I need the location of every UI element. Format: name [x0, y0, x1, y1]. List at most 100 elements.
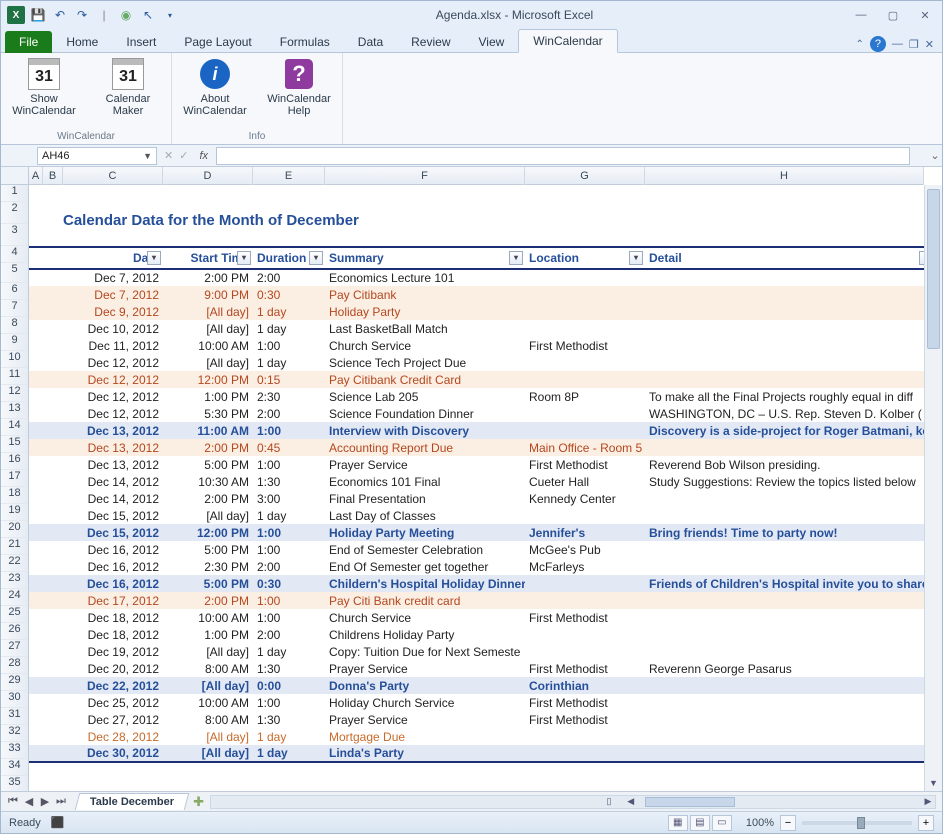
help-icon[interactable]: ? — [870, 36, 886, 52]
col-header-H[interactable]: H — [645, 167, 924, 185]
cell-duration[interactable]: 1 day — [253, 643, 325, 660]
cell-date[interactable]: Dec 7, 2012 — [63, 269, 163, 286]
qat-custom-icon-1[interactable]: ◉ — [117, 6, 135, 24]
fx-cancel-icon[interactable]: ✕ — [161, 149, 176, 162]
cell-detail[interactable] — [645, 286, 924, 303]
formula-expand-icon[interactable]: ⌄ — [928, 149, 942, 162]
cell-date[interactable]: Dec 19, 2012 — [63, 643, 163, 660]
vertical-scrollbar[interactable]: ▲ ▼ — [924, 185, 942, 791]
cell-start[interactable]: 10:00 AM — [163, 694, 253, 711]
cell-detail[interactable] — [645, 626, 924, 643]
cell-date[interactable]: Dec 18, 2012 — [63, 626, 163, 643]
row-header[interactable]: 10 — [1, 351, 28, 368]
macro-record-icon[interactable]: ⬛ — [51, 816, 65, 829]
cell-start[interactable]: 1:00 PM — [163, 388, 253, 405]
cell-location[interactable]: First Methodist — [525, 609, 645, 626]
cell-detail[interactable]: WASHINGTON, DC – U.S. Rep. Steven D. Kol… — [645, 405, 924, 422]
cell-start[interactable]: [All day] — [163, 303, 253, 320]
cell-location[interactable] — [525, 422, 645, 439]
table-row[interactable]: Dec 15, 2012[All day]1 dayLast Day of Cl… — [29, 507, 924, 524]
horizontal-scrollbar[interactable]: ▯ ◀ ▶ — [210, 795, 936, 809]
cell-summary[interactable]: Linda's Party — [325, 745, 525, 762]
cell-start[interactable]: 2:00 PM — [163, 592, 253, 609]
cell-start[interactable]: 1:00 PM — [163, 626, 253, 643]
cell-duration[interactable]: 1:00 — [253, 694, 325, 711]
row-header[interactable]: 22 — [1, 555, 28, 572]
cell-location[interactable] — [525, 320, 645, 337]
workbook-minimize-icon[interactable]: — — [892, 38, 903, 50]
col-header-D[interactable]: D — [163, 167, 253, 185]
cell-date[interactable]: Dec 28, 2012 — [63, 728, 163, 745]
cell-date[interactable]: Dec 9, 2012 — [63, 303, 163, 320]
zoom-slider[interactable] — [802, 821, 912, 825]
cell-location[interactable] — [525, 269, 645, 286]
sheet-nav-next-icon[interactable]: ▶ — [37, 795, 53, 808]
cell-duration[interactable]: 1:00 — [253, 456, 325, 473]
table-row[interactable]: Dec 10, 2012[All day]1 dayLast BasketBal… — [29, 320, 924, 337]
col-header-A[interactable]: A — [29, 167, 43, 185]
cell-location[interactable]: First Methodist — [525, 711, 645, 728]
cell-detail[interactable] — [645, 303, 924, 320]
table-row[interactable]: Dec 12, 201212:00 PM0:15Pay Citibank Cre… — [29, 371, 924, 388]
wincalendar-help-button[interactable]: ? WinCalendar Help — [264, 57, 334, 117]
row-header[interactable]: 1 — [1, 185, 28, 202]
row-header[interactable]: 13 — [1, 402, 28, 419]
cell-date[interactable]: Dec 18, 2012 — [63, 609, 163, 626]
scroll-down-icon[interactable]: ▼ — [925, 775, 942, 791]
cell-summary[interactable]: Science Tech Project Due — [325, 354, 525, 371]
cell-location[interactable] — [525, 728, 645, 745]
cell-date[interactable]: Dec 13, 2012 — [63, 456, 163, 473]
cell-date[interactable]: Dec 12, 2012 — [63, 371, 163, 388]
cell-start[interactable]: 5:00 PM — [163, 456, 253, 473]
cell-summary[interactable]: Prayer Service — [325, 711, 525, 728]
row-header[interactable]: 19 — [1, 504, 28, 521]
cell-duration[interactable]: 1:00 — [253, 592, 325, 609]
row-header[interactable]: 34 — [1, 759, 28, 776]
row-header[interactable]: 35 — [1, 776, 28, 791]
cells-area[interactable]: Calendar Data for the Month of December … — [29, 185, 924, 791]
cell-detail[interactable] — [645, 541, 924, 558]
vertical-scrollbar-thumb[interactable] — [927, 189, 940, 349]
cell-detail[interactable] — [645, 490, 924, 507]
row-header[interactable]: 11 — [1, 368, 28, 385]
cell-date[interactable]: Dec 27, 2012 — [63, 711, 163, 728]
cell-start[interactable]: 5:00 PM — [163, 575, 253, 592]
row-header[interactable]: 30 — [1, 691, 28, 708]
cell-date[interactable]: Dec 10, 2012 — [63, 320, 163, 337]
cell-summary[interactable]: Pay Citi Bank credit card — [325, 592, 525, 609]
cell-start[interactable]: 5:30 PM — [163, 405, 253, 422]
cell-date[interactable]: Dec 13, 2012 — [63, 422, 163, 439]
col-header-E[interactable]: E — [253, 167, 325, 185]
cell-date[interactable]: Dec 15, 2012 — [63, 524, 163, 541]
zoom-slider-knob[interactable] — [857, 817, 865, 829]
cell-duration[interactable]: 0:45 — [253, 439, 325, 456]
cell-detail[interactable] — [645, 728, 924, 745]
table-row[interactable]: Dec 19, 2012[All day]1 dayCopy: Tuition … — [29, 643, 924, 660]
maximize-button[interactable]: ▢ — [882, 9, 904, 22]
row-header[interactable]: 29 — [1, 674, 28, 691]
row-header[interactable]: 26 — [1, 623, 28, 640]
cell-duration[interactable]: 1:00 — [253, 422, 325, 439]
cell-start[interactable]: 2:00 PM — [163, 269, 253, 286]
cell-date[interactable]: Dec 22, 2012 — [63, 677, 163, 694]
header-duration[interactable]: Duration▾ — [253, 247, 325, 269]
cell-location[interactable]: Kennedy Center — [525, 490, 645, 507]
table-row[interactable]: Dec 18, 201210:00 AM1:00Church ServiceFi… — [29, 609, 924, 626]
row-header[interactable]: 17 — [1, 470, 28, 487]
row-header[interactable]: 6 — [1, 283, 28, 300]
qat-dropdown-icon[interactable]: ▾ — [161, 6, 179, 24]
cell-location[interactable]: First Methodist — [525, 337, 645, 354]
tab-insert[interactable]: Insert — [112, 31, 170, 53]
undo-icon[interactable]: ↶ — [51, 6, 69, 24]
close-button[interactable]: ✕ — [914, 9, 936, 22]
cell-detail[interactable]: To make all the Final Projects roughly e… — [645, 388, 924, 405]
table-row[interactable]: Dec 30, 2012[All day]1 dayLinda's Party — [29, 745, 924, 762]
cell-summary[interactable]: Science Lab 205 — [325, 388, 525, 405]
cell-duration[interactable]: 1:30 — [253, 711, 325, 728]
cell-location[interactable]: Jennifer's — [525, 524, 645, 541]
tab-home[interactable]: Home — [52, 31, 112, 53]
cell-detail[interactable] — [645, 371, 924, 388]
scroll-left-icon[interactable]: ◀ — [624, 796, 638, 808]
filter-icon[interactable]: ▾ — [237, 251, 251, 265]
tab-page-layout[interactable]: Page Layout — [170, 31, 265, 53]
